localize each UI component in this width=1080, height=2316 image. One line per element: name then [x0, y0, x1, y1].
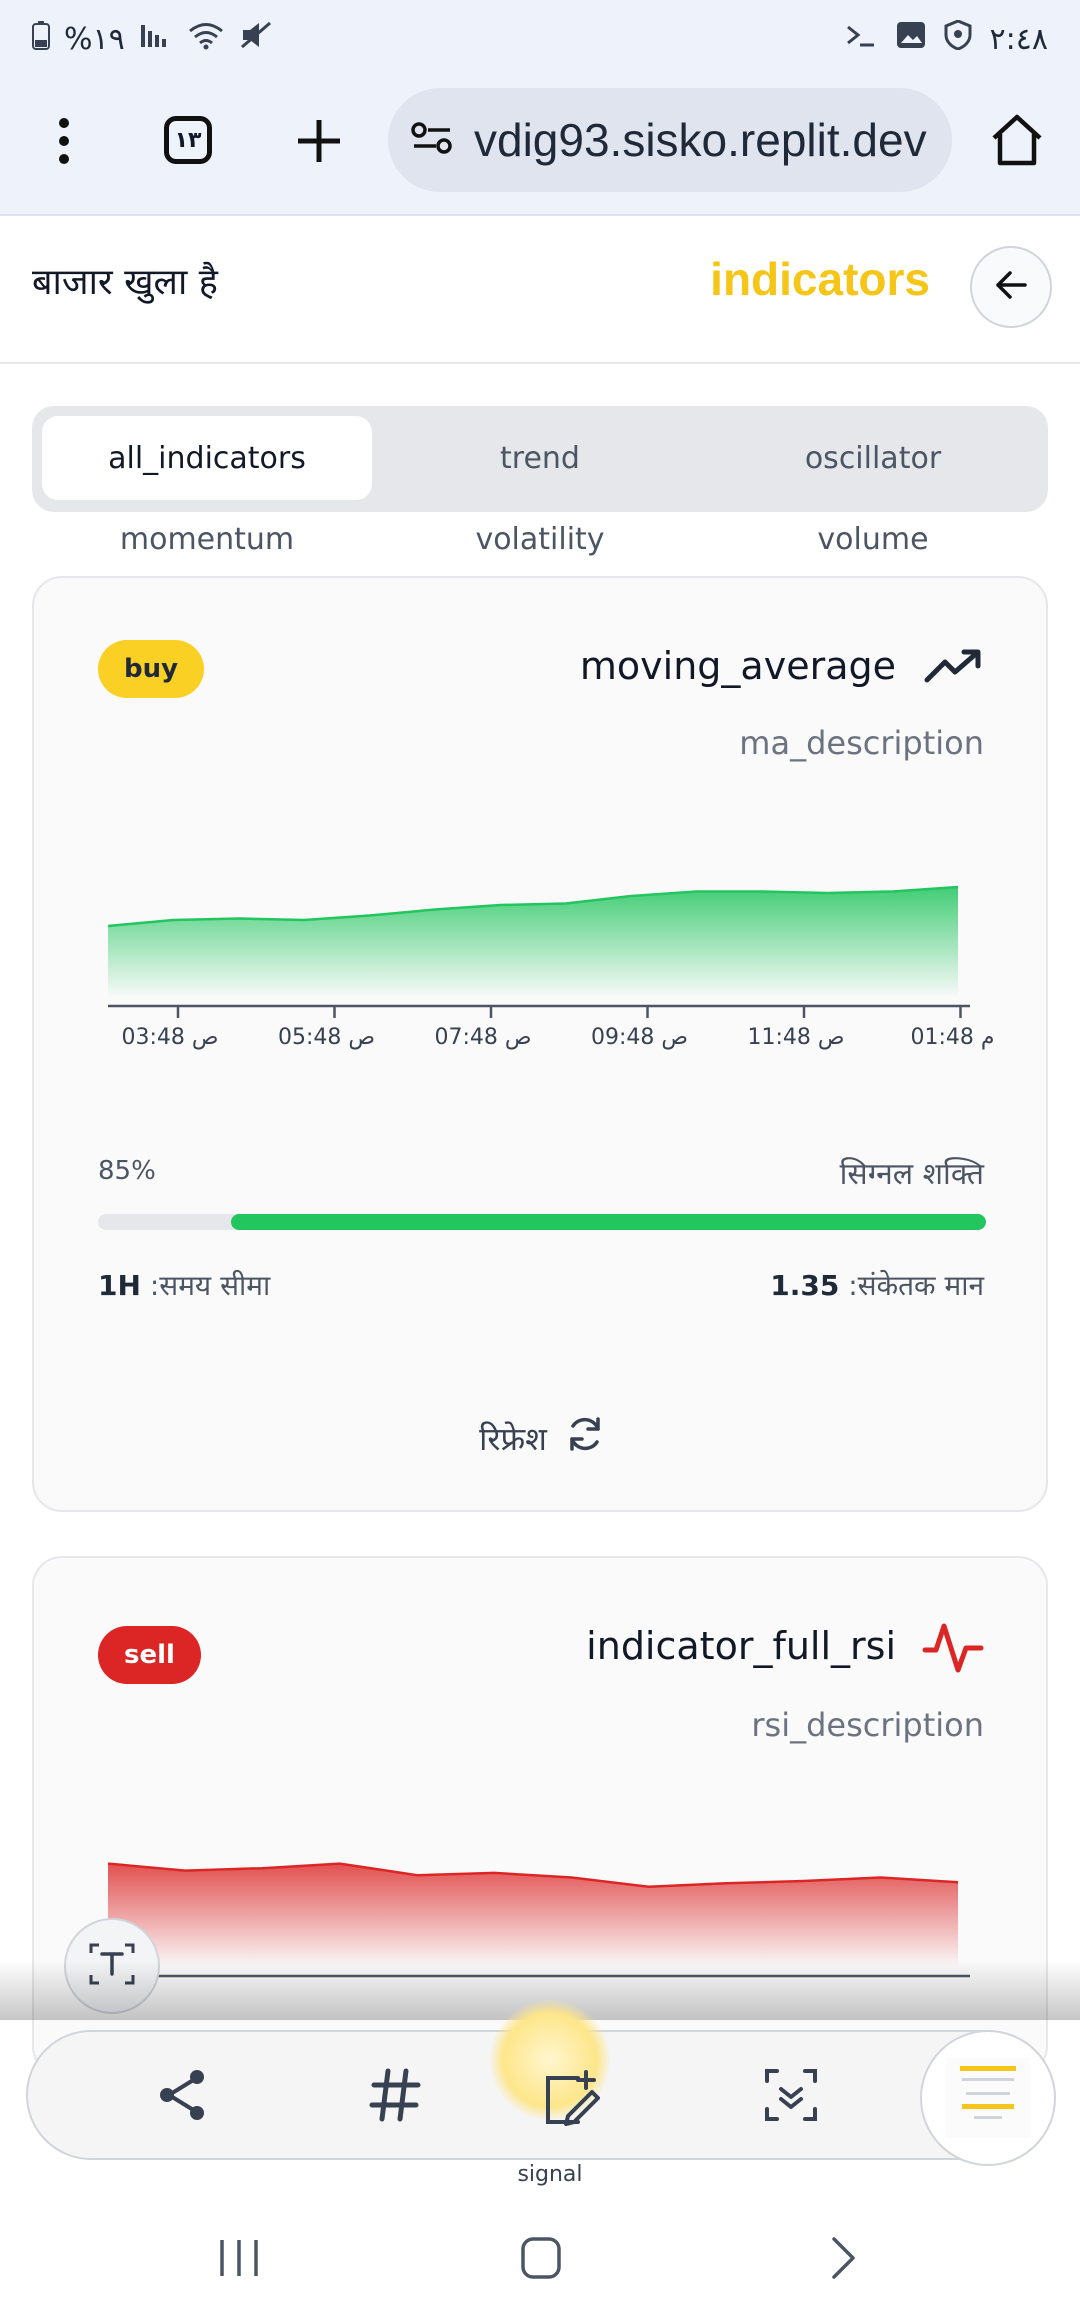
url-text: vdig93.sisko.replit.dev	[474, 114, 927, 166]
system-nav-bar	[0, 2190, 1080, 2316]
tab-volatility[interactable]: volatility	[375, 514, 705, 564]
x-tick-label: 05:48 ص	[278, 1025, 375, 1050]
signal-badge-sell: sell	[98, 1626, 201, 1684]
indicator-description: rsi_description	[751, 1706, 984, 1744]
indicator-description: ma_description	[739, 724, 984, 762]
timeframe-label: :समय सीमा	[149, 1269, 271, 1302]
back-button[interactable]	[970, 246, 1052, 328]
tab-trend[interactable]: trend	[375, 416, 705, 500]
x-tick-label: 03:48 ص	[121, 1025, 218, 1050]
tab-oscillator[interactable]: oscillator	[708, 416, 1038, 500]
battery-icon	[32, 20, 50, 58]
tab-momentum[interactable]: momentum	[42, 514, 372, 564]
x-tick-label: 07:48 ص	[434, 1025, 531, 1050]
indicator-title: indicator_full_rsi	[586, 1624, 896, 1668]
battery-percent: %١٩	[64, 21, 125, 57]
image-icon	[896, 21, 926, 57]
edit-signal-icon[interactable]	[540, 2068, 604, 2136]
scan-button[interactable]	[746, 2052, 836, 2142]
browser-toolbar: ١٣ vdig93.sisko.replit.dev	[0, 78, 1080, 216]
page-thumbnail[interactable]	[920, 2030, 1056, 2166]
refresh-icon	[565, 1414, 605, 1462]
indicator-value-label: :संकेतक मान	[848, 1269, 984, 1302]
signal-strength-fill	[231, 1214, 986, 1230]
mute-icon	[239, 20, 273, 58]
timeframe-value: 1H	[98, 1269, 141, 1302]
x-tick-label: 01:48 م	[910, 1025, 994, 1050]
share-button[interactable]	[138, 2052, 228, 2142]
signal-label: signal	[517, 2162, 583, 2187]
scan-icon	[763, 2067, 819, 2127]
home-nav-icon[interactable]	[520, 2236, 562, 2284]
tab-count: ١٣	[174, 127, 202, 153]
hashtag-button[interactable]	[350, 2052, 440, 2142]
share-icon	[157, 2067, 209, 2127]
tab-all-indicators[interactable]: all_indicators	[42, 416, 372, 500]
signal-badge-buy: buy	[98, 640, 205, 698]
new-tab-icon[interactable]	[294, 116, 344, 170]
signal-strength-percent: 85%	[98, 1156, 156, 1186]
x-tick-label: 09:48 ص	[591, 1025, 688, 1050]
home-icon[interactable]	[990, 112, 1044, 172]
signal-icon	[139, 21, 173, 57]
indicator-tabs: all_indicators trend oscillator	[32, 406, 1048, 512]
indicator-title: moving_average	[579, 644, 896, 688]
page-title: indicators	[710, 253, 930, 305]
site-settings-icon[interactable]	[410, 118, 454, 162]
signal-strength-label: सिग्नल शक्ति	[839, 1157, 984, 1192]
indicator-value: 1.35 :संकेतक मान	[770, 1266, 984, 1304]
shield-icon	[944, 19, 972, 58]
trending-up-icon	[924, 646, 984, 690]
status-bar: %١٩ ٢:٤٨	[0, 0, 1080, 78]
address-bar[interactable]: vdig93.sisko.replit.dev	[388, 88, 952, 192]
wifi-icon	[187, 20, 225, 58]
more-menu-icon[interactable]	[46, 116, 82, 170]
x-tick-label: 11:48 ص	[747, 1025, 844, 1050]
timeframe: 1H :समय सीमा	[98, 1266, 270, 1304]
activity-icon	[922, 1620, 984, 1680]
arrow-left-icon	[994, 270, 1028, 304]
moving-average-chart: 03:48 ص 05:48 ص 07:48 ص 09:48 ص 11:48 ص 01:48…	[107, 885, 995, 1050]
app-header: बाजार खुला है indicators	[0, 216, 1080, 364]
tab-volume[interactable]: volume	[708, 514, 1038, 564]
refresh-button[interactable]: रिफ्रेश	[34, 1414, 1050, 1462]
recents-icon[interactable]	[218, 2238, 260, 2282]
back-nav-icon[interactable]	[828, 2236, 858, 2284]
indicator-value-number: 1.35	[770, 1269, 840, 1302]
market-status: बाजार खुला है	[32, 262, 218, 303]
tab-switcher-button[interactable]: ١٣	[164, 116, 212, 164]
terminal-icon	[844, 21, 878, 57]
indicator-card-moving-average: buy moving_average ma_description 03:48 …	[32, 576, 1048, 1512]
clock-time: ٢:٤٨	[989, 21, 1048, 57]
signal-strength-bar	[98, 1214, 986, 1230]
refresh-label: रिफ्रेश	[479, 1419, 547, 1458]
hashtag-icon	[368, 2067, 422, 2127]
